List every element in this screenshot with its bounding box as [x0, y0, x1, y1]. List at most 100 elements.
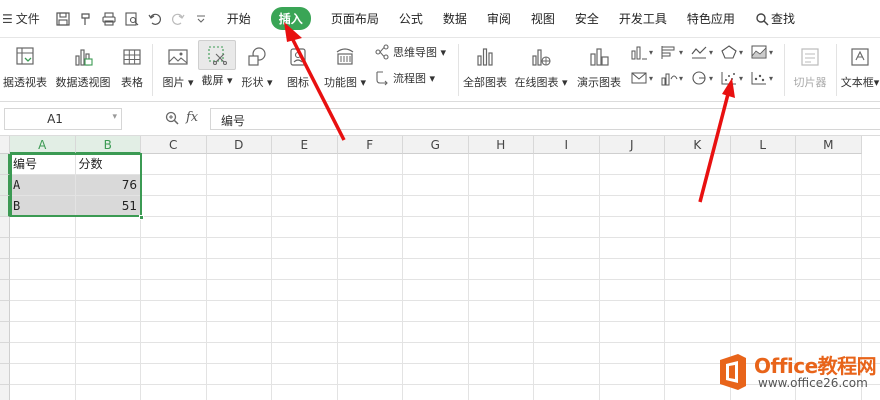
combo-chart-icon: [751, 72, 766, 85]
file-menu[interactable]: ☰ 文件: [0, 0, 40, 37]
redo-icon[interactable]: [169, 10, 187, 28]
name-box[interactable]: A1 ▾: [4, 108, 122, 130]
column-header-b[interactable]: B: [75, 136, 141, 154]
online-charts-button[interactable]: 在线图表 ▾: [514, 42, 568, 90]
cell-a1[interactable]: 编号: [10, 154, 75, 174]
fill-handle[interactable]: [139, 215, 144, 220]
histogram-chart-dropdown[interactable]: ▾: [660, 70, 683, 86]
tab-9[interactable]: 特色应用: [687, 8, 735, 29]
icons-button[interactable]: 图标: [280, 42, 316, 90]
undo-icon[interactable]: [146, 10, 164, 28]
print-preview-icon[interactable]: [123, 10, 141, 28]
row-header[interactable]: [0, 301, 10, 322]
tab-4[interactable]: 数据: [443, 8, 467, 29]
cell-b2[interactable]: 76: [75, 175, 140, 195]
cell-b1[interactable]: 分数: [76, 154, 141, 174]
zoom-icon[interactable]: [164, 110, 182, 128]
cell-a3[interactable]: B: [10, 196, 75, 216]
column-header-g[interactable]: G: [403, 136, 469, 154]
all-charts-button[interactable]: 全部图表: [462, 42, 508, 90]
row-header[interactable]: [0, 343, 10, 364]
column-header-d[interactable]: D: [206, 136, 272, 154]
gridline: [402, 154, 403, 400]
demo-charts-button[interactable]: 演示图表: [576, 42, 622, 90]
column-header-c[interactable]: C: [141, 136, 207, 154]
screenshot-icon: [208, 46, 227, 65]
row-header[interactable]: [0, 322, 10, 343]
tab-2[interactable]: 页面布局: [331, 8, 379, 29]
tab-6[interactable]: 视图: [531, 8, 555, 29]
ribbon-separator: [458, 44, 459, 96]
column-chart-dropdown[interactable]: ▾: [630, 44, 653, 60]
scatter-chart-icon: [721, 72, 736, 85]
gridline: [467, 154, 469, 400]
pivot-chart-icon: [75, 49, 93, 66]
column-header-j[interactable]: J: [599, 136, 665, 154]
column-header-k[interactable]: K: [665, 136, 731, 154]
column-header-i[interactable]: I: [534, 136, 600, 154]
function-chart-icon: [336, 48, 354, 65]
name-box-dropdown-icon[interactable]: ▾: [112, 112, 117, 122]
tab-5[interactable]: 审阅: [487, 8, 511, 29]
formula-input[interactable]: 编号: [210, 108, 880, 130]
tab-1[interactable]: 插入: [270, 7, 311, 30]
cell-reference: A1: [47, 112, 63, 126]
insert-function-button[interactable]: fx: [186, 110, 198, 125]
column-header-l[interactable]: L: [730, 136, 796, 154]
tab-8[interactable]: 开发工具: [619, 8, 667, 29]
row-header[interactable]: [0, 385, 10, 400]
gridline: [205, 154, 207, 400]
cell-a2[interactable]: A: [10, 175, 75, 195]
textbox-icon: [851, 48, 869, 66]
customize-dropdown-icon[interactable]: [192, 10, 210, 28]
tab-7[interactable]: 安全: [575, 8, 599, 29]
combo-chart-dropdown[interactable]: ▾: [750, 70, 773, 86]
flowchart-button[interactable]: 流程图 ▾: [374, 70, 435, 86]
search-tab[interactable]: 查找: [755, 8, 795, 29]
row-header[interactable]: [0, 196, 10, 217]
menu-icon: ☰: [2, 11, 13, 26]
column-header-a[interactable]: A: [10, 136, 76, 154]
tab-0[interactable]: 开始: [227, 8, 251, 29]
ribbon-separator: [784, 44, 785, 96]
pivot-table-button[interactable]: 据透视表: [2, 42, 48, 90]
column-header-e[interactable]: E: [272, 136, 338, 154]
row-header[interactable]: [0, 364, 10, 385]
tab-3[interactable]: 公式: [399, 8, 423, 29]
mind-map-button[interactable]: 思维导图 ▾: [374, 44, 446, 60]
histogram-icon: [661, 73, 678, 86]
row-header[interactable]: [0, 280, 10, 301]
row-header[interactable]: [0, 154, 10, 175]
pivot-chart-button[interactable]: 数据透视图: [54, 42, 112, 90]
shapes-button[interactable]: 形状 ▾: [240, 42, 274, 90]
bar-chart-dropdown[interactable]: ▾: [660, 44, 683, 60]
office-logo-icon: [720, 354, 746, 390]
column-header-f[interactable]: F: [337, 136, 403, 154]
row-header[interactable]: [0, 238, 10, 259]
column-header-h[interactable]: H: [468, 136, 534, 154]
envelope-chart-icon: [631, 72, 647, 84]
area-chart-icon: [751, 45, 767, 59]
column-header-m[interactable]: M: [796, 136, 862, 154]
radar-chart-dropdown[interactable]: ▾: [720, 44, 743, 60]
table-button[interactable]: 表格: [118, 42, 146, 90]
screenshot-button[interactable]: 截屏 ▾: [198, 40, 236, 88]
function-chart-button[interactable]: 功能图 ▾: [322, 42, 368, 90]
save-icon[interactable]: [54, 10, 72, 28]
picture-button[interactable]: 图片 ▾: [158, 42, 198, 90]
slicer-icon: [801, 48, 819, 66]
row-header[interactable]: [0, 217, 10, 238]
pie-chart-dropdown[interactable]: ▾: [690, 70, 713, 86]
print-icon[interactable]: [100, 10, 118, 28]
row-header[interactable]: [0, 259, 10, 280]
scatter-chart-dropdown[interactable]: ▾: [720, 70, 743, 86]
select-all-corner[interactable]: [0, 136, 10, 154]
stock-chart-dropdown[interactable]: ▾: [630, 70, 653, 86]
format-painter-icon[interactable]: [77, 10, 95, 28]
row-header[interactable]: [0, 175, 10, 196]
cell-b3[interactable]: 51: [75, 196, 140, 216]
watermark-url: www.office26.com: [758, 376, 868, 390]
picture-chart-dropdown[interactable]: ▾: [750, 44, 773, 60]
line-chart-dropdown[interactable]: ▾: [690, 44, 713, 60]
textbox-button[interactable]: 文本框▾: [840, 42, 880, 90]
